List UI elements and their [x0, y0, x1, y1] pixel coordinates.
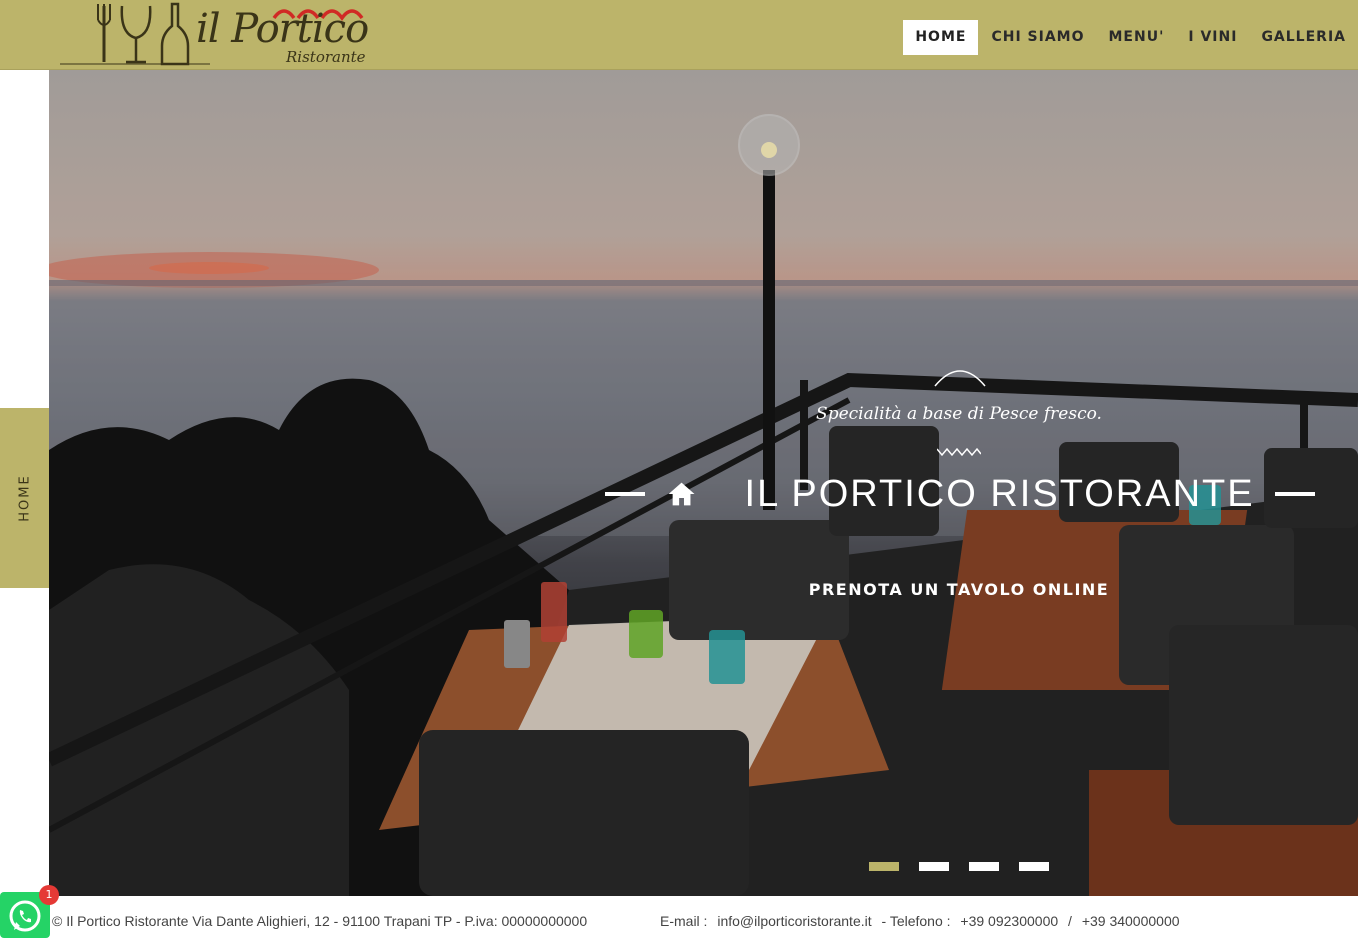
nav-item-galleria[interactable]: GALLERIA — [1249, 20, 1358, 55]
phone-link-2[interactable]: +39 340000000 — [1082, 913, 1180, 929]
footer-address: © Il Portico Ristorante Via Dante Alighi… — [52, 913, 588, 929]
hero-slider: Specialità a base di Pesce fresco. IL PO… — [49, 70, 1358, 896]
hero-title-row: IL PORTICO RISTORANTE — [605, 470, 1315, 518]
wave-ornament-icon — [937, 447, 981, 457]
side-section-tab[interactable]: HOME — [0, 408, 49, 588]
nav-item-home[interactable]: HOME — [903, 20, 979, 55]
side-tab-label: HOME — [17, 474, 32, 522]
nav-item-menu[interactable]: MENU' — [1097, 20, 1177, 55]
logo-name: il Portico — [196, 6, 369, 52]
nav-item-chi-siamo[interactable]: CHI SIAMO — [979, 20, 1096, 55]
phone-label: - Telefono : — [881, 913, 951, 929]
slider-pagination — [869, 862, 1049, 871]
slider-dot[interactable] — [1019, 862, 1049, 871]
footer-contacts: E-mail : info@ilporticoristorante.it - T… — [660, 913, 1186, 929]
title-line-right — [1274, 492, 1315, 496]
arc-ornament-icon — [934, 370, 986, 387]
notification-badge: 1 — [39, 885, 59, 905]
title-line-left — [605, 492, 646, 496]
slider-dot[interactable] — [969, 862, 999, 871]
email-link[interactable]: info@ilporticoristorante.it — [717, 913, 871, 929]
logo-subtitle: Ristorante — [286, 48, 366, 66]
book-table-button[interactable]: PRENOTA UN TAVOLO ONLINE — [799, 580, 1119, 599]
slider-dot[interactable] — [919, 862, 949, 871]
email-label: E-mail : — [660, 913, 708, 929]
phone-separator: / — [1068, 913, 1072, 929]
site-footer: © Il Portico Ristorante Via Dante Alighi… — [0, 896, 1358, 938]
main-nav: HOME CHI SIAMO MENU' I VINI GALLERIA — [903, 20, 1358, 55]
home-icon — [669, 482, 695, 506]
site-header: il Portico Ristorante HOME CHI SIAMO MEN… — [0, 0, 1358, 70]
phone-link-1[interactable]: +39 092300000 — [960, 913, 1058, 929]
slider-dot[interactable] — [869, 862, 899, 871]
hero-subtitle: Specialità a base di Pesce fresco. — [816, 404, 1102, 424]
logo[interactable]: il Portico Ristorante — [60, 0, 380, 68]
hero-title: IL PORTICO RISTORANTE — [744, 472, 1255, 515]
nav-item-i-vini[interactable]: I VINI — [1176, 20, 1249, 55]
